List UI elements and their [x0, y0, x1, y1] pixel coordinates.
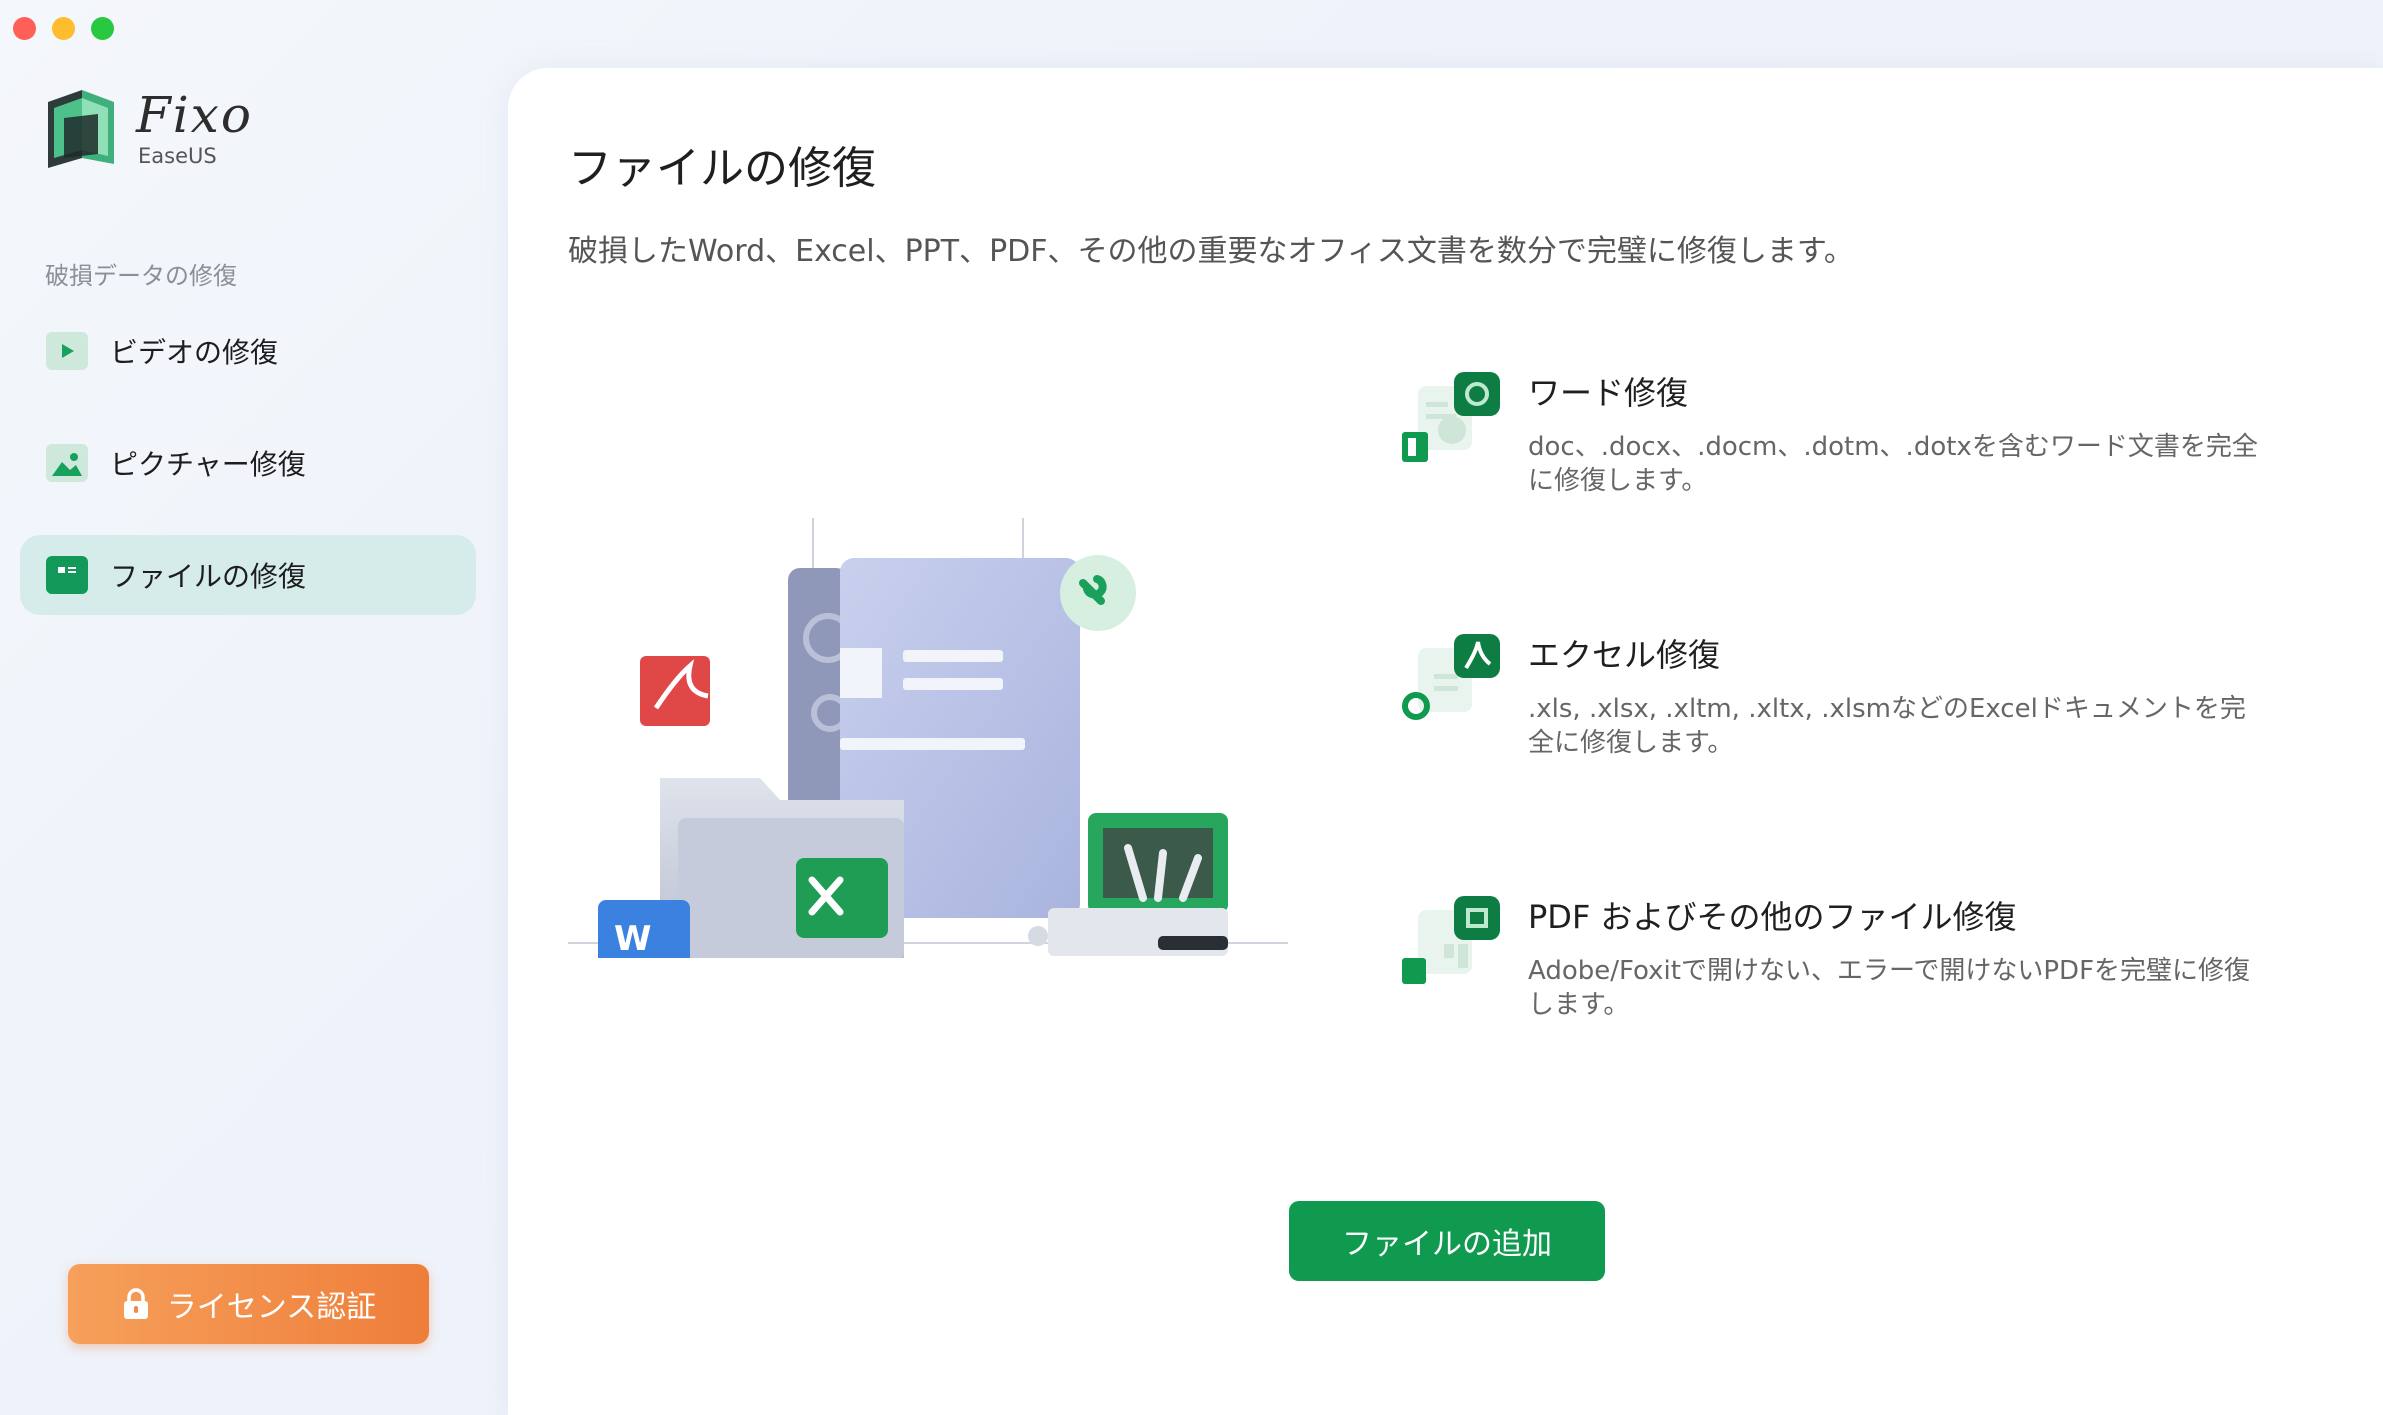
- feature-title: ワード修復: [1528, 374, 1689, 412]
- fixo-logo-icon: [48, 90, 114, 168]
- svg-text:W: W: [614, 919, 652, 958]
- sidebar-item-video-repair[interactable]: ビデオの修復: [20, 311, 476, 391]
- sidebar-item-file-repair[interactable]: ファイルの修復: [20, 535, 476, 615]
- lock-icon: [123, 1288, 148, 1319]
- license-button-label: ライセンス認証: [166, 1290, 377, 1325]
- picture-icon: [46, 444, 88, 482]
- pdf-repair-icon: [1402, 896, 1500, 984]
- main-panel: ファイルの修復 破損したWord、Excel、PPT、PDF、その他の重要なオフ…: [508, 68, 2383, 1415]
- word-repair-icon: [1402, 372, 1500, 462]
- app-logo: Fixo EaseUS: [42, 84, 262, 174]
- feature-description: .xls, .xlsx, .xltm, .xltx, .xlsmなどのExcel…: [1528, 694, 2246, 758]
- excel-repair-icon: [1402, 634, 1500, 720]
- add-file-button[interactable]: ファイルの追加: [1289, 1201, 1605, 1281]
- logo-title: Fixo: [136, 86, 253, 144]
- page-description: 破損したWord、Excel、PPT、PDF、その他の重要なオフィス文書を数分で…: [568, 234, 1854, 269]
- page-title: ファイルの修復: [568, 143, 876, 194]
- document-icon: [46, 556, 88, 594]
- video-play-icon: [46, 332, 88, 370]
- feature-description: Adobe/Foxitで開けない、エラーで開けないPDFを完璧に修復します。: [1528, 956, 2251, 1020]
- sidebar-item-label: ファイルの修復: [110, 560, 307, 593]
- logo-subtitle: EaseUS: [138, 144, 217, 168]
- feature-title: PDF およびその他のファイル修復: [1528, 898, 2017, 936]
- section-label: 破損データの修復: [45, 262, 237, 290]
- license-activation-button[interactable]: ライセンス認証: [68, 1264, 429, 1344]
- feature-description: doc、.docx、.docm、.dotm、.dotxを含むワード文書を完全に修…: [1528, 432, 2258, 496]
- sidebar-item-picture-repair[interactable]: ピクチャー修復: [20, 423, 476, 503]
- sidebar-item-label: ピクチャー修復: [110, 448, 306, 481]
- feature-title: エクセル修復: [1528, 636, 1721, 674]
- sidebar-item-label: ビデオの修復: [110, 336, 279, 369]
- sidebar: Fixo EaseUS 破損データの修復 ビデオの修復 ピクチャー修復 ファイル…: [0, 0, 508, 1415]
- file-repair-illustration: W: [568, 518, 1288, 958]
